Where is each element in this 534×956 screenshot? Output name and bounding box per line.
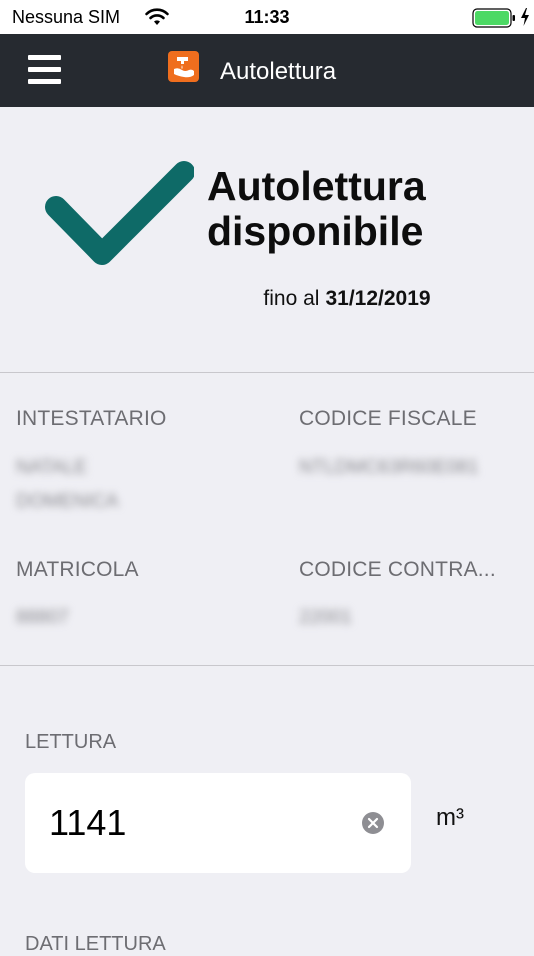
section-divider <box>0 372 534 373</box>
menu-line-icon <box>28 55 61 60</box>
unit-label: m³ <box>436 804 464 831</box>
charging-icon <box>521 8 529 26</box>
availability-title-line2: disponibile <box>207 208 424 254</box>
intestatario-value-line2: DOMENICA <box>16 491 119 512</box>
nav-bar: Autolettura <box>0 34 534 107</box>
codice-contratto-value: 22001 <box>299 607 352 628</box>
app-logo-icon <box>168 51 199 82</box>
hamburger-menu-button[interactable] <box>24 50 64 90</box>
menu-line-icon <box>28 79 61 84</box>
status-bar: Nessuna SIM 11:33 <box>0 0 534 34</box>
reading-field <box>25 773 411 873</box>
matricola-label: MATRICOLA <box>16 558 139 581</box>
lettura-label: LETTURA <box>25 731 117 753</box>
codice-fiscale-value: NTLDMC63R60E081 <box>299 457 479 478</box>
availability-hero: Autolettura disponibile fino al 31/12/201… <box>0 107 534 372</box>
intestatario-label: INTESTATARIO <box>16 407 167 430</box>
intestatario-value-line1: NATALE <box>16 457 88 478</box>
faucet-hand-icon <box>174 57 194 78</box>
deadline-date: 31/12/2019 <box>325 287 431 310</box>
battery-icon <box>472 8 515 28</box>
clear-input-icon[interactable] <box>362 812 384 834</box>
reading-input[interactable] <box>49 801 349 845</box>
availability-title: Autolettura disponibile <box>207 164 426 254</box>
menu-line-icon <box>28 67 61 72</box>
section-divider <box>0 665 534 666</box>
status-time: 11:33 <box>244 7 290 27</box>
nav-title: Autolettura <box>220 58 337 85</box>
codice-fiscale-label: CODICE FISCALE <box>299 407 477 430</box>
checkmark-icon <box>45 161 194 265</box>
codice-contratto-label: CODICE CONTRA... <box>299 558 496 581</box>
availability-deadline: fino al 31/12/2019 <box>0 287 534 311</box>
dati-lettura-label: DATI LETTURA <box>25 933 166 955</box>
deadline-prefix: fino al <box>263 287 320 310</box>
availability-title-line1: Autolettura <box>207 163 426 209</box>
matricola-value: 88807 <box>16 607 69 628</box>
